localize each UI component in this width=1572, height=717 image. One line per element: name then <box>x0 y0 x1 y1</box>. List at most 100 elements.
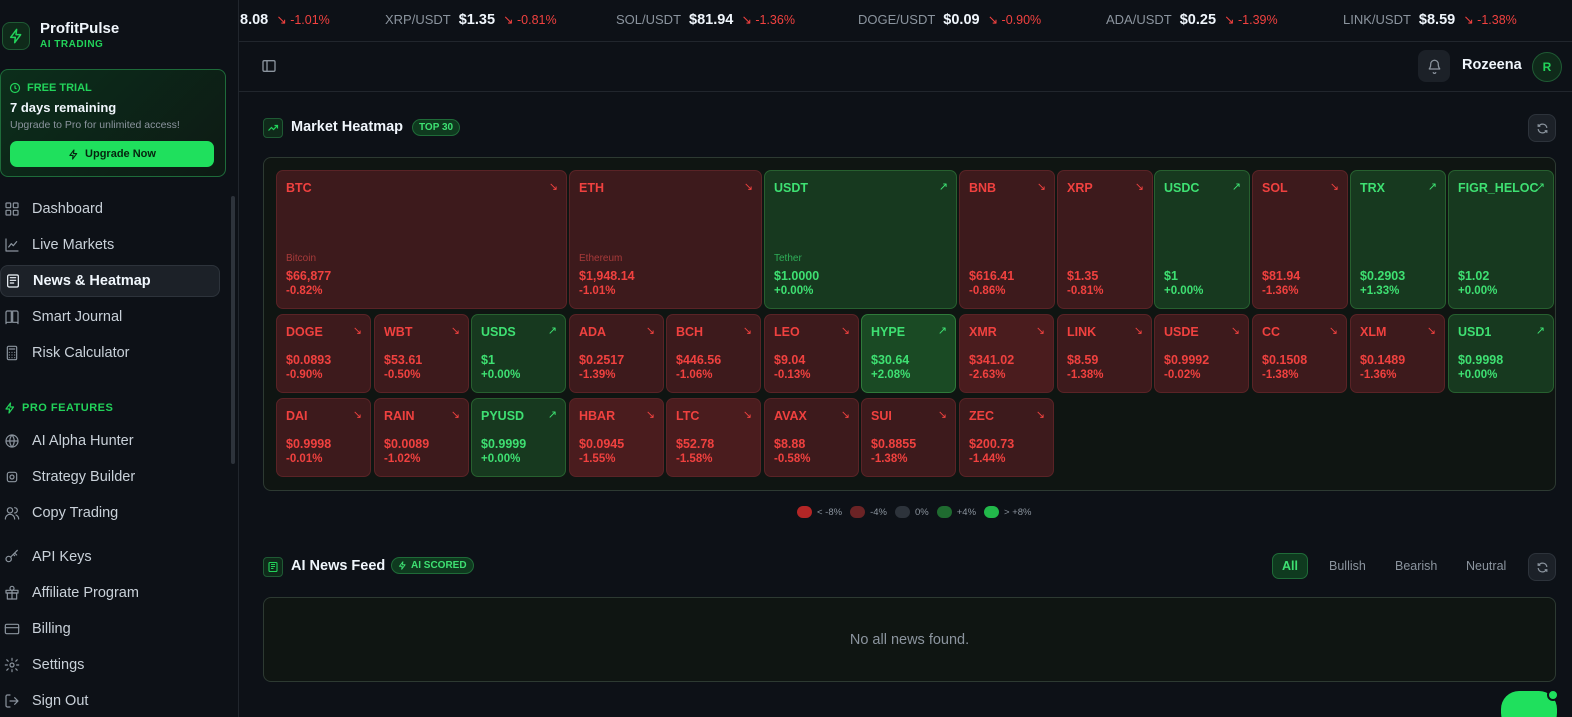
ticker-change: ↘ -0.81% <box>503 12 557 27</box>
username[interactable]: Rozeena <box>1462 57 1522 73</box>
sidebar-item-risk-calculator[interactable]: Risk Calculator <box>0 337 220 369</box>
heatmap-tile-pyusd[interactable]: PYUSD ↗ $0.9999 +0.00% <box>471 398 566 477</box>
sidebar-item-copy-trading[interactable]: Copy Trading <box>0 497 220 529</box>
heatmap-tile-xmr[interactable]: XMR ↘ $341.02 -2.63% <box>959 314 1054 393</box>
ticker-item[interactable]: ADA/USDT $0.25 ↘ -1.39% <box>1106 12 1278 28</box>
ticker-change-value: -1.01% <box>290 13 330 27</box>
notifications-button[interactable] <box>1418 50 1450 82</box>
heatmap-tile-sui[interactable]: SUI ↘ $0.8855 -1.38% <box>861 398 956 477</box>
heatmap-tile-figr_heloc[interactable]: FIGR_HELOC ↗ $1.02 +0.00% <box>1448 170 1554 309</box>
ticker-item[interactable]: DOGE/USDT $0.09 ↘ -0.90% <box>858 12 1041 28</box>
heatmap-tile-ltc[interactable]: LTC ↘ $52.78 -1.58% <box>666 398 761 477</box>
sidebar-item-label: News & Heatmap <box>33 273 151 289</box>
filter-neutral[interactable]: Neutral <box>1457 553 1515 579</box>
sidebar-item-ai-alpha-hunter[interactable]: AI Alpha Hunter <box>0 425 220 457</box>
tile-price: $53.61 <box>384 353 423 367</box>
heatmap-tile-ada[interactable]: ADA ↘ $0.2517 -1.39% <box>569 314 664 393</box>
ticker-change: ↘ -1.36% <box>741 12 795 27</box>
tile-change: -1.36% <box>1360 369 1397 381</box>
heatmap-tile-zec[interactable]: ZEC ↘ $200.73 -1.44% <box>959 398 1054 477</box>
trending-up-icon <box>263 118 283 138</box>
heatmap-tile-leo[interactable]: LEO ↘ $9.04 -0.13% <box>764 314 859 393</box>
filter-bullish[interactable]: Bullish <box>1320 553 1375 579</box>
tile-price: $81.94 <box>1262 269 1301 283</box>
trend-up-icon: ↗ <box>547 409 557 421</box>
ticker-item[interactable]: 8.08 ↘ -1.01% <box>240 12 330 28</box>
tile-change: -1.06% <box>676 369 713 381</box>
sidebar-item-news-heatmap[interactable]: News & Heatmap <box>0 265 220 297</box>
heatmap-tile-dai[interactable]: DAI ↘ $0.9998 -0.01% <box>276 398 371 477</box>
price-ticker: 8.08 ↘ -1.01% XRP/USDT $1.35 ↘ -0.81% SOL/USD… <box>239 0 1572 42</box>
filter-bearish[interactable]: Bearish <box>1386 553 1446 579</box>
tile-symbol: XLM <box>1360 325 1387 339</box>
heatmap-tile-cc[interactable]: CC ↘ $0.1508 -1.38% <box>1252 314 1347 393</box>
cog-icon <box>6 471 18 483</box>
heatmap-tile-xlm[interactable]: XLM ↘ $0.1489 -1.36% <box>1350 314 1445 393</box>
trial-badge-label: FREE TRIAL <box>27 82 92 94</box>
tile-symbol: SUI <box>871 409 892 423</box>
trend-down-icon: ↘ <box>742 325 752 337</box>
ticker-item[interactable]: LINK/USDT $8.59 ↘ -1.38% <box>1343 12 1517 28</box>
heatmap-tile-rain[interactable]: RAIN ↘ $0.0089 -1.02% <box>374 398 469 477</box>
sidebar-item-affiliate-program[interactable]: Affiliate Program <box>0 577 220 609</box>
heatmap-tile-link[interactable]: LINK ↘ $8.59 -1.38% <box>1057 314 1152 393</box>
avatar[interactable]: R <box>1532 52 1562 82</box>
heatmap-tile-bnb[interactable]: BNB ↘ $616.41 -0.86% <box>959 170 1055 309</box>
heatmap-tile-usde[interactable]: USDE ↘ $0.9992 -0.02% <box>1154 314 1249 393</box>
sidebar-item-settings[interactable]: Settings <box>0 649 220 681</box>
trend-down-icon: ↘ <box>840 325 850 337</box>
news-refresh-button[interactable] <box>1528 553 1556 581</box>
heatmap-tile-avax[interactable]: AVAX ↘ $8.88 -0.58% <box>764 398 859 477</box>
bolt-icon <box>69 148 78 160</box>
sidebar-scrollbar[interactable] <box>231 196 235 464</box>
tile-price: $1.02 <box>1458 269 1490 283</box>
heatmap-tile-doge[interactable]: DOGE ↘ $0.0893 -0.90% <box>276 314 371 393</box>
heatmap-tile-sol[interactable]: SOL ↘ $81.94 -1.36% <box>1252 170 1348 309</box>
tile-price: $0.0089 <box>384 437 430 451</box>
tile-price: $0.2903 <box>1360 269 1406 283</box>
tile-change: -0.81% <box>1067 285 1104 297</box>
heatmap-tile-usd1[interactable]: USD1 ↗ $0.9998 +0.00% <box>1448 314 1554 393</box>
heatmap-tile-btc[interactable]: BTC ↘ Bitcoin $66,877 -0.82% <box>276 170 567 309</box>
brand-subtitle: AI TRADING <box>40 39 104 50</box>
heatmap-refresh-button[interactable] <box>1528 114 1556 142</box>
heatmap-tile-wbt[interactable]: WBT ↘ $53.61 -0.50% <box>374 314 469 393</box>
heatmap-tile-xrp[interactable]: XRP ↘ $1.35 -0.81% <box>1057 170 1153 309</box>
sidebar-item-dashboard[interactable]: Dashboard <box>0 193 220 225</box>
heatmap-tile-bch[interactable]: BCH ↘ $446.56 -1.06% <box>666 314 761 393</box>
heatmap-tile-trx[interactable]: TRX ↗ $0.2903 +1.33% <box>1350 170 1446 309</box>
trial-description: Upgrade to Pro for unlimited access! <box>10 119 180 131</box>
tile-symbol: HYPE <box>871 325 906 339</box>
brand[interactable]: ProfitPulse AI TRADING <box>0 18 230 54</box>
heatmap-tile-eth[interactable]: ETH ↘ Ethereum $1,948.14 -1.01% <box>569 170 762 309</box>
gear-icon <box>4 657 20 673</box>
tile-price: $1,948.14 <box>579 269 635 283</box>
ticker-item[interactable]: SOL/USDT $81.94 ↘ -1.36% <box>616 12 795 28</box>
tile-symbol: AVAX <box>774 409 807 423</box>
tile-symbol: LINK <box>1067 325 1097 339</box>
heatmap-tile-usdt[interactable]: USDT ↗ Tether $1.0000 +0.00% <box>764 170 957 309</box>
heatmap-tile-usds[interactable]: USDS ↗ $1 +0.00% <box>471 314 566 393</box>
sidebar-item-live-markets[interactable]: Live Markets <box>0 229 220 261</box>
ticker-item[interactable]: XRP/USDT $1.35 ↘ -0.81% <box>385 12 557 28</box>
sidebar-toggle-icon[interactable] <box>261 58 279 76</box>
trend-down-icon: ↘ <box>1224 13 1238 27</box>
sidebar-item-api-keys[interactable]: API Keys <box>0 541 220 573</box>
heatmap-tile-hbar[interactable]: HBAR ↘ $0.0945 -1.55% <box>569 398 664 477</box>
tile-price: $8.88 <box>774 437 806 451</box>
upgrade-now-button[interactable]: Upgrade Now <box>10 141 214 167</box>
trend-down-icon: ↘ <box>840 409 850 421</box>
sidebar-item-billing[interactable]: Billing <box>0 613 220 645</box>
heatmap-tile-hype[interactable]: HYPE ↗ $30.64 +2.08% <box>861 314 956 393</box>
filter-all[interactable]: All <box>1272 553 1308 579</box>
trend-down-icon: ↘ <box>548 181 558 193</box>
heatmap-tile-usdc[interactable]: USDC ↗ $1 +0.00% <box>1154 170 1250 309</box>
sidebar-item-sign-out[interactable]: Sign Out <box>0 685 220 717</box>
heatmap-badge: TOP 30 <box>412 119 461 136</box>
trend-up-icon: ↗ <box>1427 181 1437 193</box>
sidebar-item-strategy-builder[interactable]: Strategy Builder <box>0 461 220 493</box>
sidebar-item-label: Strategy Builder <box>32 469 136 485</box>
sidebar-item-smart-journal[interactable]: Smart Journal <box>0 301 220 333</box>
sidebar-item-label: Copy Trading <box>32 505 119 521</box>
tile-change: -1.36% <box>1262 285 1299 297</box>
